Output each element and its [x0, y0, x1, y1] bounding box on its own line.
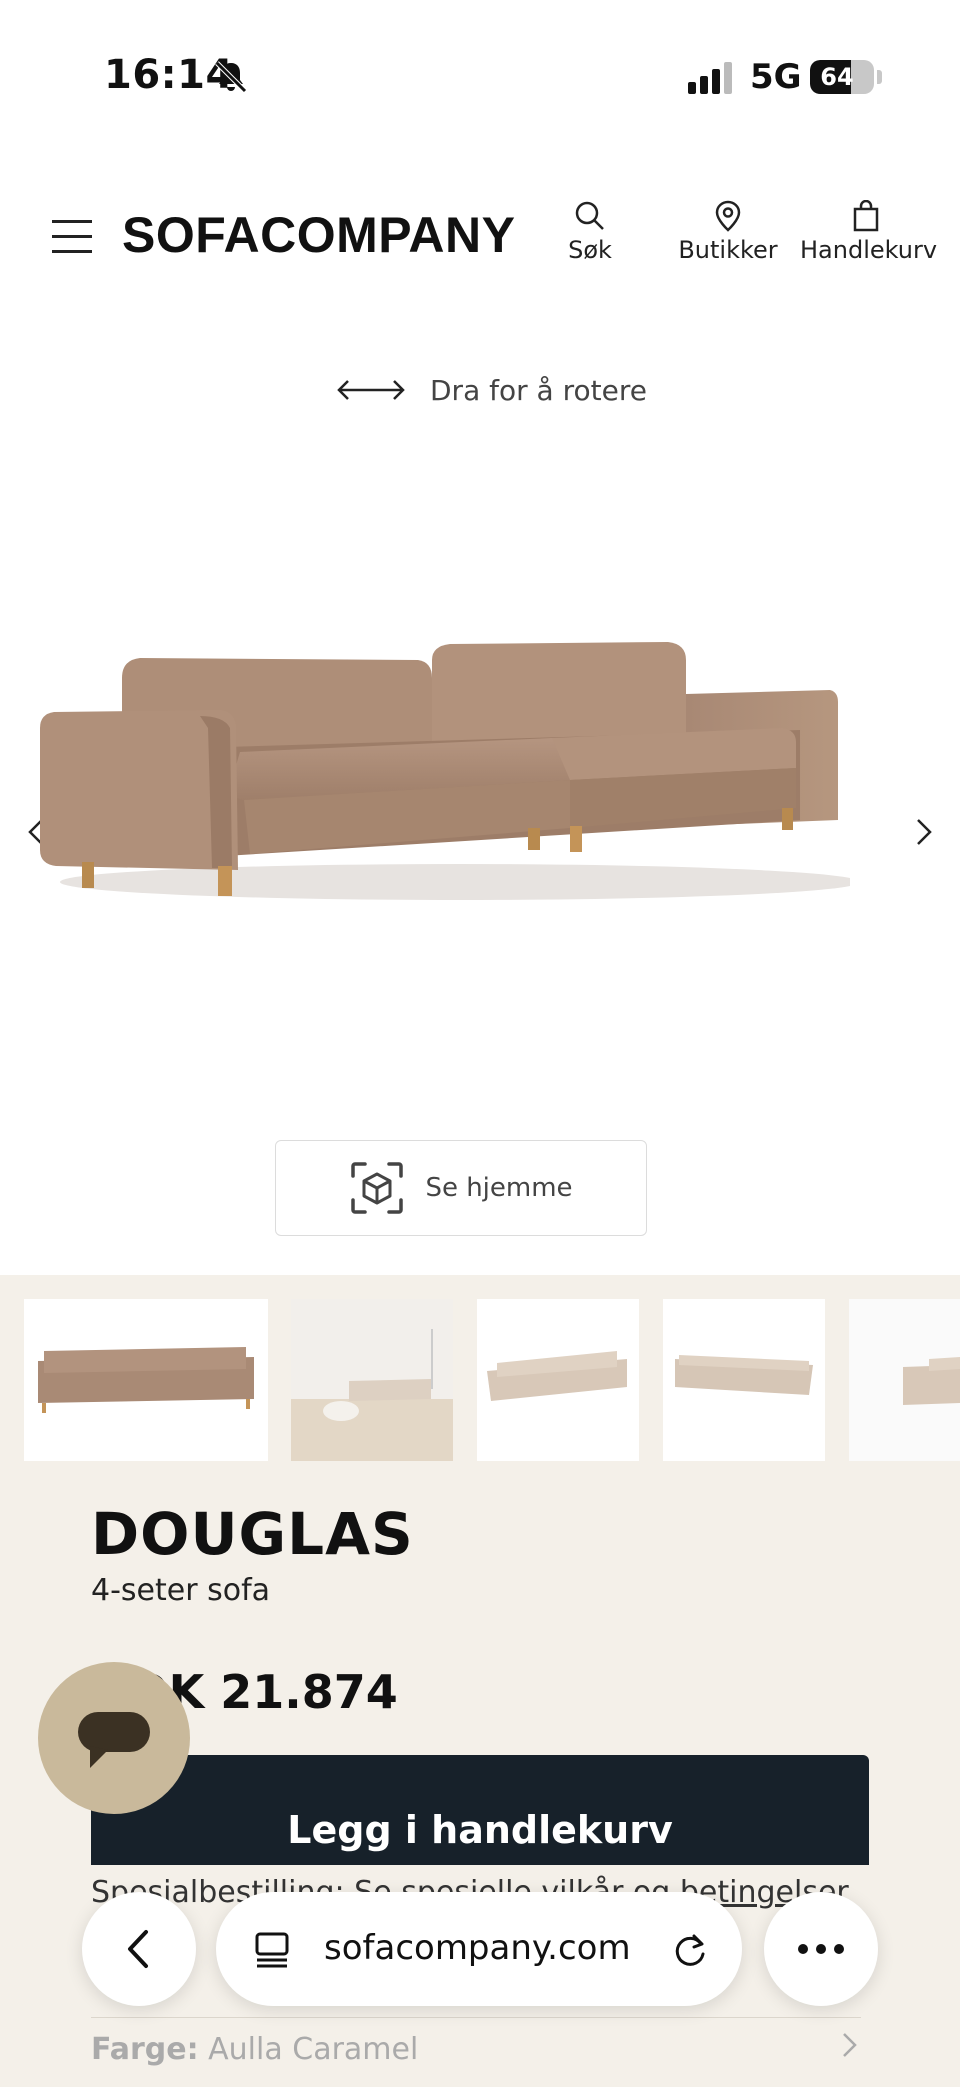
- color-value: Aulla Caramel: [198, 2032, 419, 2067]
- thumbnail-2[interactable]: [291, 1299, 453, 1461]
- chat-icon: [78, 1712, 150, 1768]
- logo[interactable]: SOFACOMPANY: [122, 206, 516, 264]
- chevron-right-icon[interactable]: [902, 810, 946, 854]
- search-label: Søk: [568, 236, 612, 264]
- browser-back-button[interactable]: [82, 1892, 196, 2006]
- thumbnail-4[interactable]: [663, 1299, 825, 1461]
- product-3d-viewer[interactable]: [0, 430, 960, 1130]
- more-dots-icon: [798, 1944, 844, 1954]
- search-button[interactable]: Søk: [560, 200, 620, 264]
- thumbnail-sofa-image: [38, 1347, 254, 1413]
- shopping-bag-icon: [853, 200, 879, 232]
- browser-more-button[interactable]: [764, 1892, 878, 2006]
- tabs-icon: [255, 1932, 289, 1968]
- view-at-home-label: Se hjemme: [425, 1173, 573, 1203]
- stores-label: Butikker: [678, 236, 778, 264]
- chevron-right-icon: [843, 2033, 857, 2057]
- cart-label: Handlekurv: [800, 236, 938, 264]
- add-to-cart-button[interactable]: Legg i handlekurv: [91, 1755, 869, 1865]
- url-text: sofacompany.com: [324, 1928, 631, 1968]
- address-bar[interactable]: sofacompany.com: [216, 1892, 742, 2006]
- reload-icon[interactable]: [670, 1930, 710, 1970]
- signal-icon: [688, 62, 732, 94]
- menu-icon[interactable]: [52, 214, 92, 258]
- browser-toolbar: sofacompany.com: [0, 1890, 960, 2010]
- thumbnail-room-image: [291, 1299, 453, 1461]
- battery-level: 64: [820, 63, 854, 91]
- view-at-home-button[interactable]: Se hjemme: [275, 1140, 647, 1236]
- thumbnail-5[interactable]: [849, 1299, 960, 1461]
- product-subtitle: 4-seter sofa: [91, 1573, 271, 1608]
- double-arrow-icon: [337, 380, 405, 400]
- page: 16:14 5G 64 SOFACOMPANY Søk Butikker Han…: [0, 0, 960, 2087]
- network-label: 5G: [750, 57, 802, 97]
- sofa-image: [40, 642, 850, 900]
- cart-button[interactable]: Handlekurv: [800, 200, 938, 264]
- search-icon: [575, 201, 604, 230]
- stores-button[interactable]: Butikker: [676, 200, 780, 264]
- color-selector[interactable]: Farge: Aulla Caramel: [91, 2017, 861, 2067]
- status-bar: 16:14 5G 64: [0, 0, 960, 150]
- thumbnail-sofa-back-image: [675, 1355, 813, 1395]
- ar-cube-icon: [351, 1162, 404, 1214]
- rotate-hint: Dra for å rotere: [336, 370, 647, 410]
- thumbnail-3[interactable]: [477, 1299, 639, 1461]
- thumbnail-1[interactable]: [24, 1299, 268, 1461]
- color-key: Farge:: [91, 2032, 199, 2067]
- product-name: DOUGLAS: [91, 1500, 414, 1568]
- arrow-left-icon: [128, 1930, 148, 1968]
- location-pin-icon: [715, 200, 741, 232]
- battery-icon: 64: [810, 60, 874, 94]
- rotate-hint-label: Dra for å rotere: [430, 373, 647, 407]
- thumbnail-sofa-side-image: [903, 1357, 960, 1405]
- bell-slash-icon: [215, 61, 247, 93]
- battery-tip: [877, 70, 882, 84]
- thumbnail-sofa-angle-image: [487, 1351, 627, 1401]
- site-header: SOFACOMPANY Søk Butikker Handlekurv: [0, 180, 960, 290]
- chat-button[interactable]: [38, 1662, 190, 1814]
